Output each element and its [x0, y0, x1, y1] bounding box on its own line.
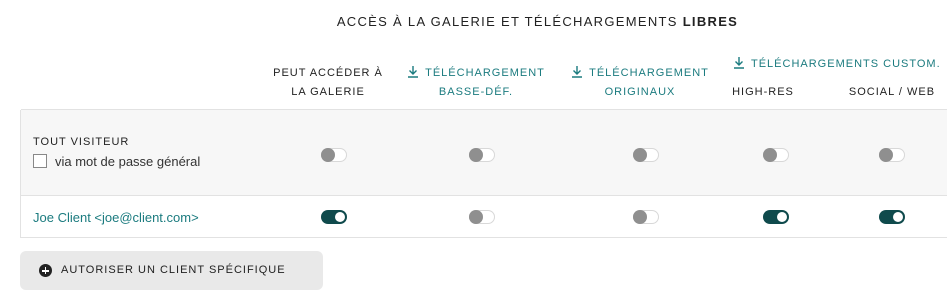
- plus-circle-icon: [39, 264, 52, 277]
- client-high-res-toggle[interactable]: [763, 210, 789, 224]
- visitor-high-res-toggle[interactable]: [763, 148, 789, 162]
- table-bottom-border: [21, 237, 947, 238]
- password-label: via mot de passe général: [55, 154, 201, 169]
- add-client-button-label: AUTORISER UN CLIENT SPÉCIFIQUE: [61, 264, 286, 276]
- client-label[interactable]: Joe Client <joe@client.com>: [33, 210, 199, 225]
- col-header-gallery-line2: LA GALERIE: [291, 86, 365, 98]
- col-header-custom-label: TÉLÉCHARGEMENTS CUSTOM.: [751, 58, 941, 70]
- title-bold: LIBRES: [682, 14, 739, 29]
- title-prefix: ACCÈS À LA GALERIE ET TÉLÉCHARGEMENTS: [336, 14, 678, 29]
- password-checkbox[interactable]: [33, 154, 47, 168]
- col-header-originals[interactable]: TÉLÉCHARGEMENT ORIGINAUX: [564, 64, 716, 102]
- col-header-low-res-line1: TÉLÉCHARGEMENT: [425, 67, 545, 79]
- col-header-low-res[interactable]: TÉLÉCHARGEMENT BASSE-DÉF.: [400, 64, 552, 102]
- download-icon: [408, 66, 419, 78]
- visitor-low-res-toggle[interactable]: [469, 148, 495, 162]
- client-gallery-toggle[interactable]: [321, 210, 347, 224]
- col-header-social-web: SOCIAL / WEB: [848, 86, 936, 98]
- visitor-title: TOUT VISITEUR: [33, 136, 130, 148]
- visitor-gallery-toggle[interactable]: [321, 148, 347, 162]
- download-icon: [572, 66, 583, 78]
- col-header-high-res: HIGH-RES: [732, 86, 794, 98]
- page-title: ACCÈS À LA GALERIE ET TÉLÉCHARGEMENTS LI…: [0, 14, 947, 29]
- col-header-originals-line1: TÉLÉCHARGEMENT: [589, 67, 709, 79]
- visitor-social-web-toggle[interactable]: [879, 148, 905, 162]
- row-divider: [21, 195, 947, 196]
- client-social-web-toggle[interactable]: [879, 210, 905, 224]
- col-header-low-res-line2: BASSE-DÉF.: [438, 86, 514, 98]
- add-client-button[interactable]: AUTORISER UN CLIENT SPÉCIFIQUE: [20, 251, 323, 290]
- client-originals-toggle[interactable]: [633, 210, 659, 224]
- client-low-res-toggle[interactable]: [469, 210, 495, 224]
- col-header-originals-line2: ORIGINAUX: [604, 86, 676, 98]
- visitor-originals-toggle[interactable]: [633, 148, 659, 162]
- col-header-gallery: PEUT ACCÉDER À LA GALERIE: [268, 64, 388, 102]
- col-header-gallery-line1: PEUT ACCÉDER À: [273, 67, 383, 79]
- download-icon: [734, 57, 744, 69]
- col-header-custom[interactable]: TÉLÉCHARGEMENTS CUSTOM.: [733, 55, 941, 74]
